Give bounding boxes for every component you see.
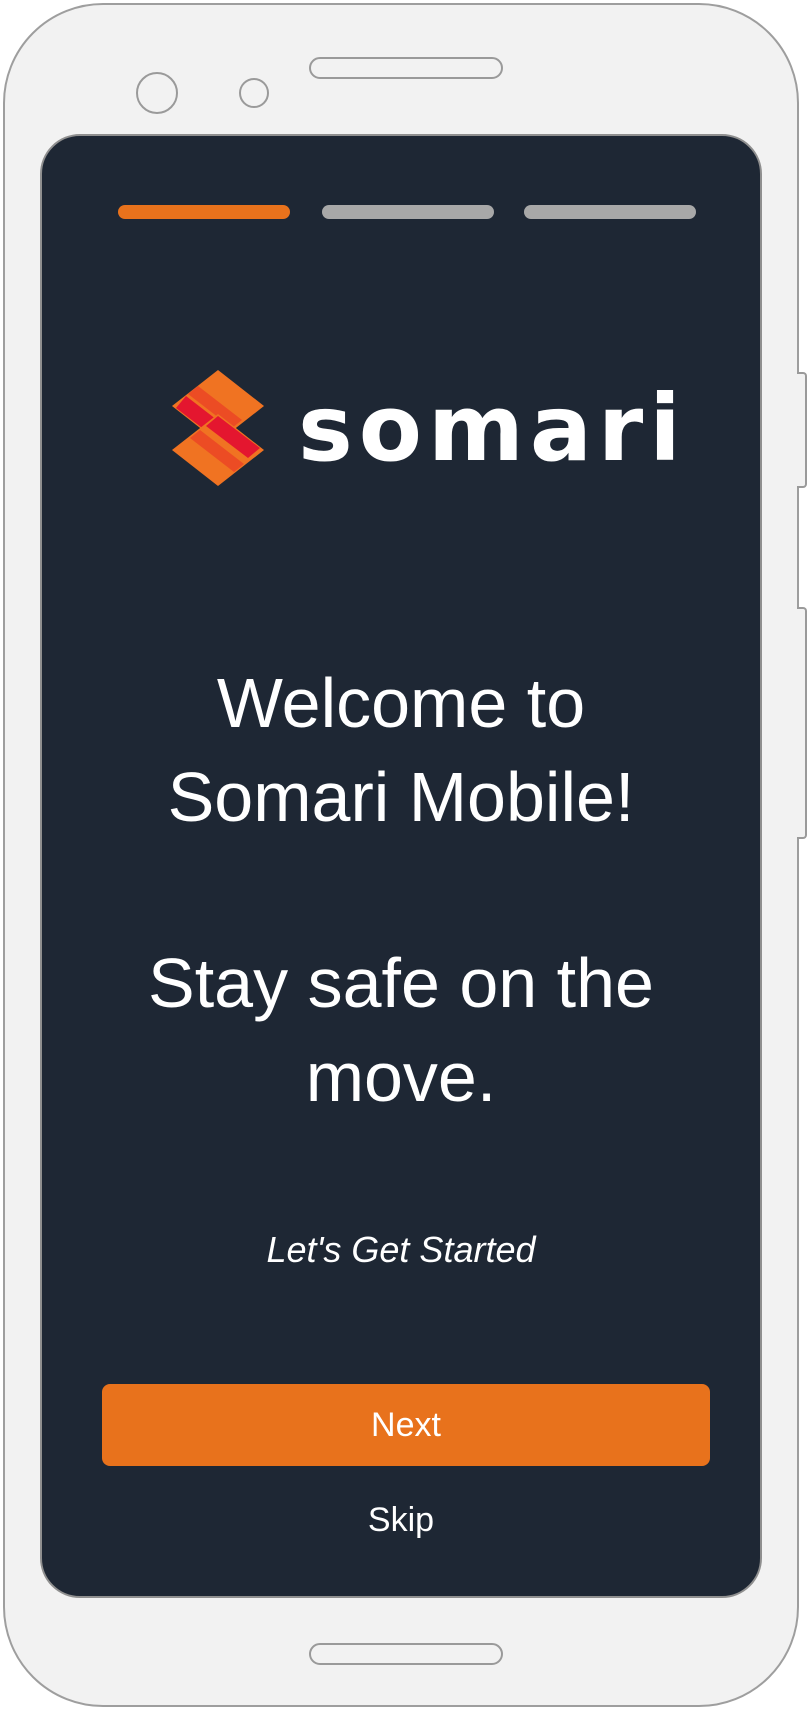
somari-logo: somari <box>172 366 681 490</box>
somari-wordmark: somari <box>298 375 687 482</box>
welcome-line-1: Welcome to <box>216 664 586 742</box>
progress-step-2 <box>322 205 494 219</box>
get-started-subtitle: Let's Get Started <box>266 1229 536 1270</box>
tagline-line-1: Stay safe on the <box>148 944 654 1022</box>
proximity-sensor <box>239 78 269 108</box>
next-button[interactable]: Next <box>102 1384 710 1466</box>
onboarding-screen: somari Welcome to Somari Mobile! Stay sa… <box>40 134 762 1598</box>
skip-link[interactable]: Skip <box>42 1498 760 1542</box>
welcome-line-2: Somari Mobile! <box>167 758 635 836</box>
front-camera <box>136 72 178 114</box>
home-indicator <box>309 1643 503 1665</box>
welcome-heading: Welcome to Somari Mobile! <box>42 656 760 844</box>
volume-button <box>797 607 807 839</box>
somari-s-icon <box>172 370 264 486</box>
earpiece-speaker <box>309 57 503 79</box>
progress-step-1 <box>118 205 290 219</box>
onboarding-progress <box>42 205 760 219</box>
tagline-line-2: move. <box>305 1038 497 1116</box>
tagline: Stay safe on the move. <box>42 936 760 1124</box>
progress-step-3 <box>524 205 696 219</box>
power-button <box>797 372 807 488</box>
